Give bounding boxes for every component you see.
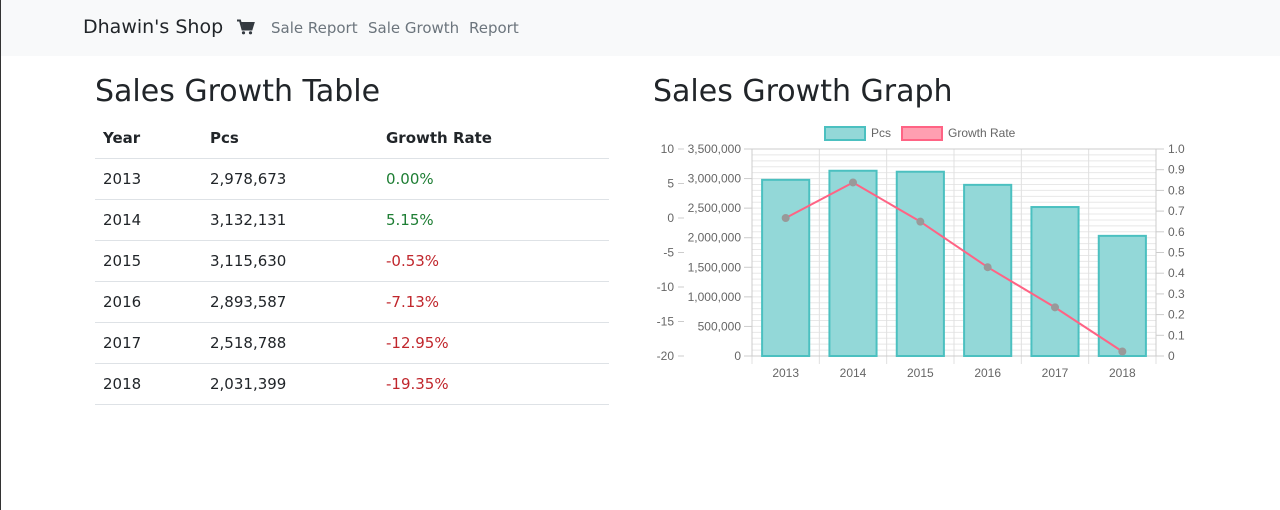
cell-pcs: 2,031,399 <box>202 363 378 405</box>
growth-rate-point <box>849 178 857 187</box>
right-axis-label: 0.8 <box>1168 183 1185 197</box>
cell-year: 2013 <box>95 158 202 200</box>
growth-rate-point <box>916 217 925 226</box>
rate-axis-label: -15 <box>657 315 675 329</box>
right-axis-label: 0.5 <box>1168 246 1185 260</box>
rate-axis-label: 5 <box>667 177 674 191</box>
pcs-axis-label: 3,500,000 <box>688 142 742 156</box>
rate-axis-label: -20 <box>657 349 675 363</box>
right-axis-label: 0.4 <box>1168 266 1185 280</box>
shopping-cart-icon <box>237 19 255 35</box>
nav-link-report[interactable]: Report <box>469 19 519 37</box>
cell-pcs: 2,893,587 <box>202 281 378 323</box>
right-axis-label: 0.6 <box>1168 225 1185 239</box>
rate-axis-label: -5 <box>663 246 674 260</box>
cell-pcs: 2,978,673 <box>202 158 378 200</box>
table-row: 2017 2,518,788 -12.95% <box>95 322 609 364</box>
cell-growth-rate: -12.95% <box>378 322 609 364</box>
pcs-axis-label: 2,500,000 <box>688 201 742 215</box>
table-header-row: Year Pcs Growth Rate <box>95 118 609 159</box>
legend-swatch-growth-rate <box>901 126 943 141</box>
cell-year: 2015 <box>95 240 202 282</box>
right-axis-label: 0.3 <box>1168 287 1185 301</box>
growth-rate-point <box>781 214 790 222</box>
pcs-axis-label: 500,000 <box>698 319 742 333</box>
right-axis-label: 0.2 <box>1168 308 1185 322</box>
bar-pcs <box>1030 206 1080 358</box>
cell-year: 2018 <box>95 363 202 405</box>
growth-rate-point <box>1051 303 1059 312</box>
cell-pcs: 2,518,788 <box>202 322 378 364</box>
table-title: Sales Growth Table <box>95 74 381 109</box>
pcs-axis-label: 2,000,000 <box>688 231 742 245</box>
legend-label-pcs: Pcs <box>871 126 891 140</box>
table-row: 2014 3,132,131 5.15% <box>95 199 609 241</box>
growth-rate-point <box>1118 347 1127 356</box>
right-axis-label: 0.9 <box>1168 163 1185 177</box>
legend-label-growth-rate: Growth Rate <box>948 126 1016 140</box>
table-body: 2013 2,978,673 0.00% 2014 3,132,131 5.15% 2015… <box>95 158 609 405</box>
x-axis-label: 2014 <box>840 366 867 380</box>
graph-title: Sales Growth Graph <box>653 74 953 109</box>
bar-pcs <box>761 178 811 358</box>
bar-pcs <box>895 170 945 357</box>
rate-axis-label: 10 <box>661 142 675 156</box>
pcs-axis-label: 3,000,000 <box>688 172 742 186</box>
x-axis-label: 2017 <box>1042 366 1069 380</box>
column-header-growth-rate: Growth Rate <box>378 118 609 159</box>
pcs-axis-label: 1,000,000 <box>688 290 742 304</box>
x-axis-label: 2013 <box>772 366 799 380</box>
nav-link-sale-report[interactable]: Sale Report <box>271 19 358 37</box>
pcs-axis-label: 1,500,000 <box>688 260 742 274</box>
table-row: 2015 3,115,630 -0.53% <box>95 240 609 282</box>
table-row: 2016 2,893,587 -7.13% <box>95 281 609 323</box>
cell-year: 2016 <box>95 281 202 323</box>
navbar: Dhawin's Shop Sale Report Sale Growth Re… <box>1 0 1280 56</box>
x-axis-label: 2018 <box>1109 366 1136 380</box>
cell-growth-rate: 5.15% <box>378 199 609 241</box>
legend-swatch-pcs <box>824 126 866 141</box>
cell-year: 2017 <box>95 322 202 364</box>
sales-growth-table: Year Pcs Growth Rate 2013 2,978,673 0.00% 2… <box>95 118 609 405</box>
cell-pcs: 3,132,131 <box>202 199 378 241</box>
column-header-pcs: Pcs <box>202 118 378 159</box>
right-axis-label: 0.1 <box>1168 328 1185 342</box>
column-header-year: Year <box>95 118 202 159</box>
right-axis-label: 0 <box>1168 349 1175 363</box>
nav-link-sale-growth[interactable]: Sale Growth <box>368 19 459 37</box>
x-axis-label: 2016 <box>974 366 1001 380</box>
cell-growth-rate: -19.35% <box>378 363 609 405</box>
cell-pcs: 3,115,630 <box>202 240 378 282</box>
cell-growth-rate: -0.53% <box>378 240 609 282</box>
table-row: 2013 2,978,673 0.00% <box>95 158 609 200</box>
cell-growth-rate: 0.00% <box>378 158 609 200</box>
cell-year: 2014 <box>95 199 202 241</box>
cell-growth-rate: -7.13% <box>378 281 609 323</box>
brand-link[interactable]: Dhawin's Shop <box>83 16 223 38</box>
growth-rate-point <box>983 263 992 272</box>
x-axis-label: 2015 <box>907 366 934 380</box>
rate-axis-label: 0 <box>667 211 674 225</box>
right-axis-label: 0.7 <box>1168 204 1185 218</box>
right-axis-label: 1.0 <box>1168 142 1185 156</box>
pcs-axis-label: 0 <box>734 349 741 363</box>
bar-pcs <box>1097 234 1147 357</box>
bar-pcs <box>828 169 878 358</box>
sales-growth-chart: 3,500,000 3,000,000 2,500,000 2,000,000 1,50… <box>657 126 1185 380</box>
table-row: 2018 2,031,399 -19.35% <box>95 363 609 405</box>
rate-axis-label: -10 <box>657 280 675 294</box>
